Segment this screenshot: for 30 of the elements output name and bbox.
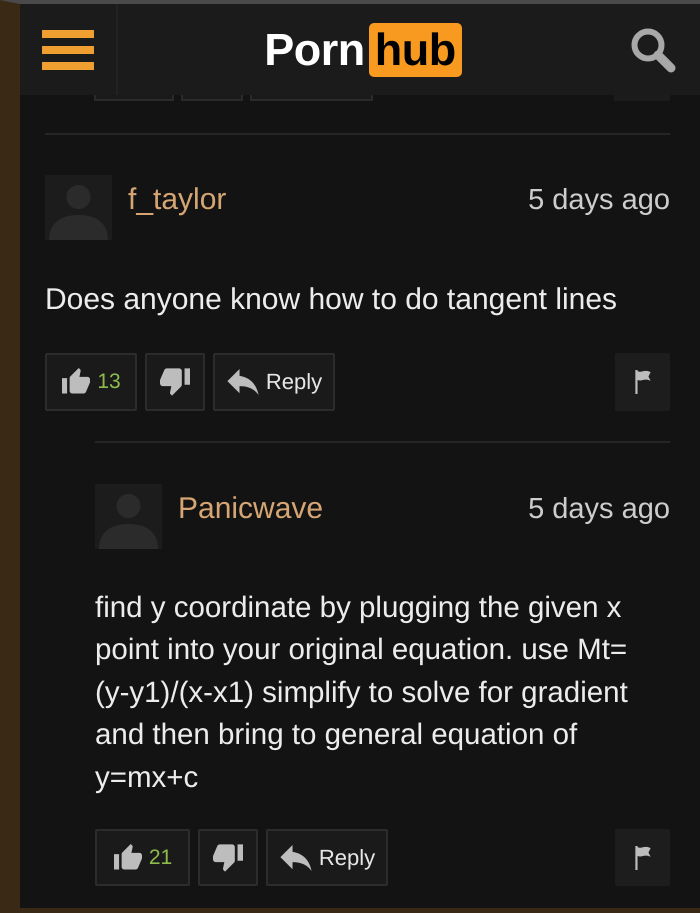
like-button[interactable]: 21 [95,829,190,886]
thumbs-down-icon [160,368,190,396]
avatar-silhouette-icon [45,175,112,240]
avatar-silhouette-icon [95,484,162,548]
search-button[interactable] [630,26,676,72]
comment-text: Does anyone know how to do tangent lines [45,282,618,318]
thumbs-up-icon [61,368,92,396]
like-button[interactable]: 13 [45,352,137,410]
thumbs-down-icon [213,844,243,872]
flag-icon [634,846,652,870]
comment-time: 5 days ago [528,492,670,524]
thumbs-up-icon [112,844,143,872]
flag-icon [634,370,652,394]
reply-arrow-icon [226,368,260,394]
report-button[interactable] [615,352,670,410]
comment-text: find y coordinate by plugging the given x point into your original equation. use Mt= (y-y1)/(x-x1) simplify to solve for gradient and then bring to general equation of y=mx+c [95,590,629,796]
search-icon [630,26,676,72]
username-link[interactable]: f_taylor [128,184,226,216]
dislike-button[interactable] [145,352,205,410]
report-button[interactable] [615,829,670,886]
menu-button[interactable] [42,30,94,70]
logo-wordmark[interactable]: Porn [264,27,365,72]
reply-button[interactable]: Reply [266,829,388,886]
dislike-button[interactable] [198,829,258,886]
logo-highlight[interactable]: hub [368,22,462,76]
username-link[interactable]: Panicwave [178,492,324,524]
comment-time: 5 days ago [528,184,670,216]
reply-button[interactable]: Reply [213,352,335,410]
menu-icon [42,30,94,70]
reply-arrow-icon [278,844,313,870]
